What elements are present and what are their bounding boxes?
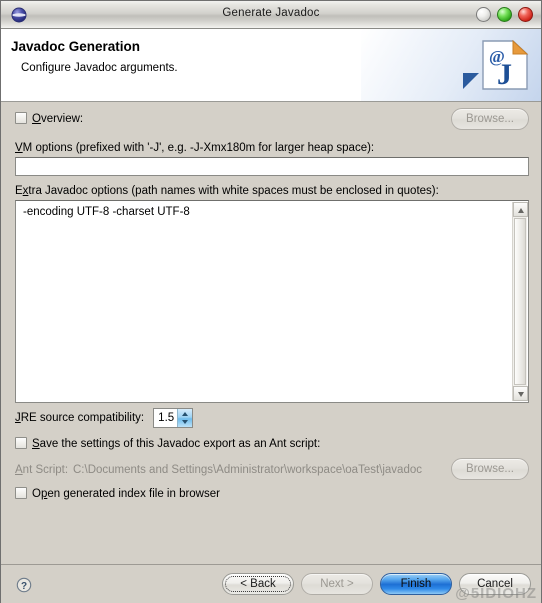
cancel-button[interactable]: Cancel [459,573,531,595]
ant-script-browse-wrap: Browse... [451,458,529,480]
extra-options-scrollbar[interactable] [512,202,528,401]
jre-compat-value: 1.5 [158,412,175,424]
save-ant-checkbox[interactable]: Save the settings of this Javadoc export… [15,437,321,450]
extra-options-textarea[interactable]: -encoding UTF-8 -charset UTF-8 [15,200,529,403]
window-title: Generate Javadoc [222,7,320,19]
extra-options-label: Extra Javadoc options (path names with w… [15,185,439,197]
scroll-down-arrow-icon[interactable] [513,386,528,401]
wizard-banner: Javadoc Generation Configure Javadoc arg… [1,29,541,102]
banner-arrow-icon [463,73,479,89]
dialog-content: Overview: Browse... VM options (prefixed… [1,102,541,564]
wizard-buttons: < Back Next > Finish Cancel [222,573,531,595]
jre-compat-label: JRE source compatibility: [15,412,145,424]
minimize-button[interactable] [476,7,491,22]
jre-compat-combo[interactable]: 1.5 [153,408,194,428]
javadoc-page-icon: @ J [481,39,529,91]
vm-options-input[interactable] [15,157,529,176]
maximize-button[interactable] [497,7,512,22]
overview-browse-button: Browse... [451,108,529,130]
vm-options-label: VM options (prefixed with '-J', e.g. -J-… [15,142,375,154]
back-button[interactable]: < Back [222,573,294,595]
open-index-checkbox-box[interactable] [15,487,27,499]
ant-script-value: C:\Documents and Settings\Administrator\… [73,464,423,476]
overview-label: Overview: [32,113,84,125]
close-button[interactable] [518,7,533,22]
next-button: Next > [301,573,373,595]
save-ant-label: Save the settings of this Javadoc export… [32,438,321,450]
jre-compat-spinner-buttons[interactable] [177,409,193,427]
help-question-icon[interactable]: ? [16,577,32,593]
svg-text:?: ? [21,581,27,592]
overview-checkbox[interactable]: Overview: [15,112,84,125]
open-index-checkbox[interactable]: Open generated index file in browser [15,487,220,500]
spinner-up-arrow-icon[interactable] [182,412,189,416]
save-ant-checkbox-box[interactable] [15,437,27,449]
spinner-down-arrow-icon[interactable] [182,420,189,424]
save-ant-row: Save the settings of this Javadoc export… [15,437,320,450]
ant-script-browse-button: Browse... [451,458,529,480]
generate-javadoc-dialog: Generate Javadoc Javadoc Generation Conf… [0,0,542,603]
scroll-up-arrow-icon[interactable] [513,202,528,217]
page-subtitle: Configure Javadoc arguments. [21,62,178,74]
open-index-row: Open generated index file in browser [15,487,220,500]
overview-row: Overview: [15,112,83,125]
overview-browse-wrap: Browse... [451,108,529,130]
overview-checkbox-box[interactable] [15,112,27,124]
finish-button[interactable]: Finish [380,573,452,595]
title-bar[interactable]: Generate Javadoc [1,1,541,29]
ant-script-label: Ant Script: [15,464,69,476]
svg-text:J: J [497,58,512,91]
extra-options-value: -encoding UTF-8 -charset UTF-8 [23,206,190,218]
screenshot-root: Generate Javadoc Javadoc Generation Conf… [0,0,542,603]
scrollbar-thumb[interactable] [514,218,526,385]
open-index-label: Open generated index file in browser [32,488,220,500]
jre-compat-row: JRE source compatibility: 1.5 [15,408,194,428]
dialog-footer: ? < Back Next > Finish Cancel @5IDIOHZ [1,564,541,603]
page-title: Javadoc Generation [11,39,141,54]
window-controls [476,7,533,22]
